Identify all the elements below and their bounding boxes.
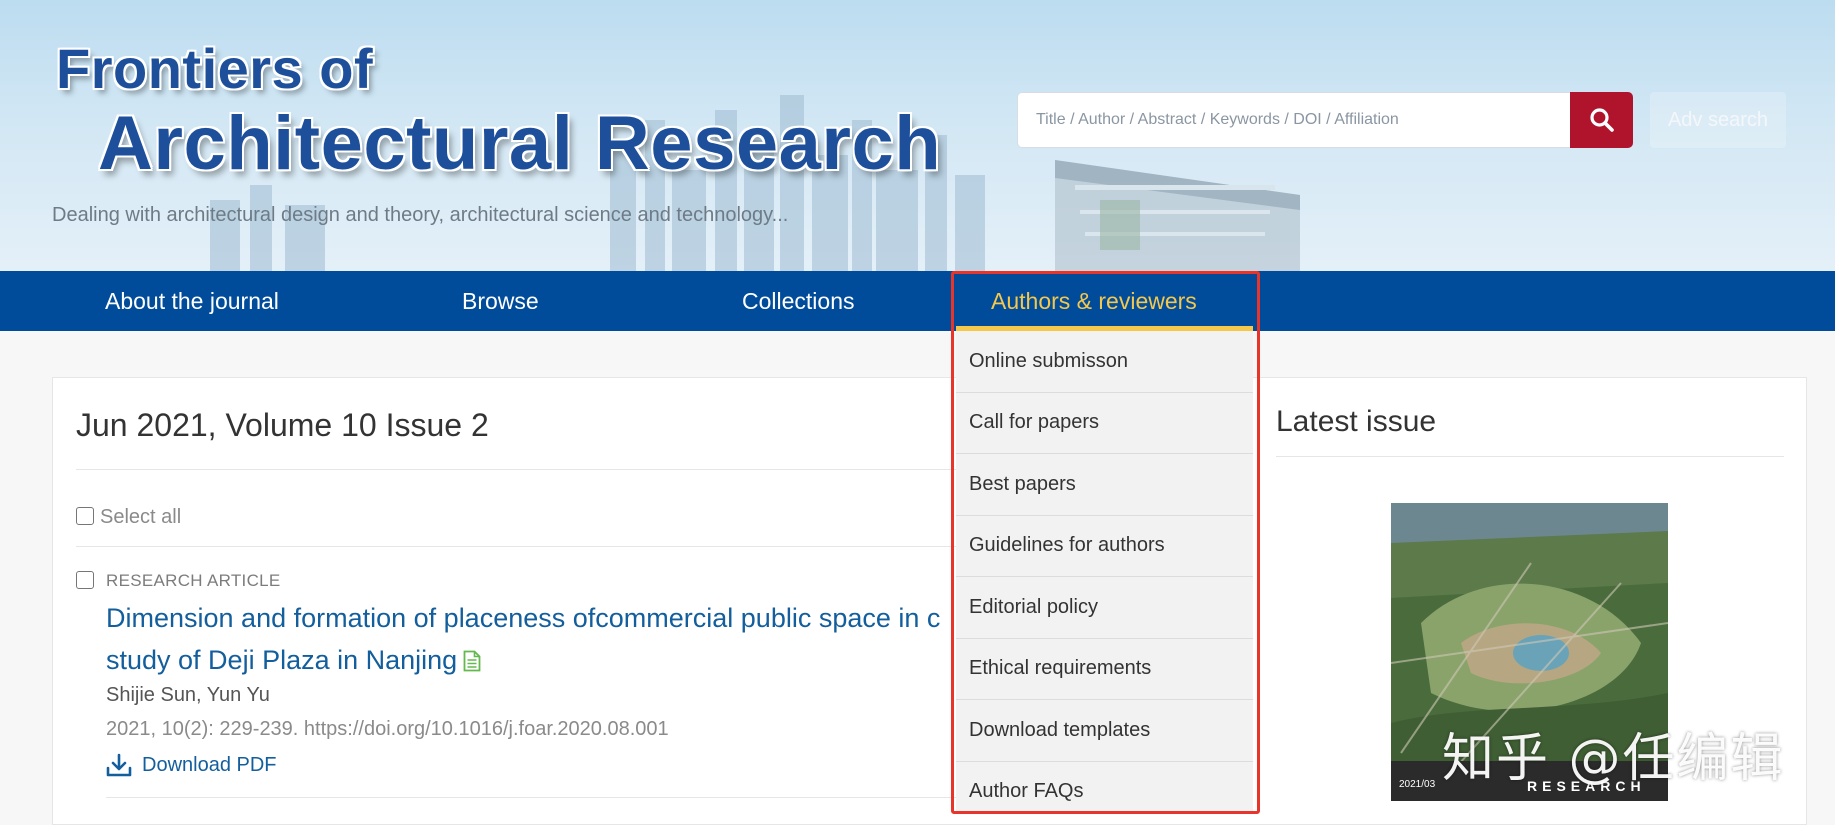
- search-button[interactable]: [1570, 92, 1633, 148]
- main-navigation: About the journal Browse Collections Aut…: [0, 271, 1835, 331]
- divider: [106, 797, 956, 798]
- document-icon[interactable]: [463, 650, 481, 672]
- nav-about-the-journal[interactable]: About the journal: [105, 271, 279, 331]
- search-input[interactable]: [1017, 92, 1571, 148]
- article-checkbox[interactable]: [76, 571, 94, 589]
- select-all-checkbox[interactable]: [76, 507, 94, 525]
- cover-date: 2021/03: [1399, 779, 1436, 790]
- article-authors: Shijie Sun, Yun Yu: [106, 684, 270, 706]
- menu-item-editorial-policy[interactable]: Editorial policy: [956, 577, 1253, 639]
- menu-item-ethical-requirements[interactable]: Ethical requirements: [956, 639, 1253, 700]
- article-title-line2[interactable]: study of Deji Plaza in Nanjing: [106, 645, 457, 675]
- watermark: 知乎 @任编辑: [1442, 729, 1785, 789]
- nav-collections[interactable]: Collections: [742, 271, 855, 331]
- journal-logo-line1[interactable]: Frontiers of: [56, 36, 373, 101]
- article-citation[interactable]: 2021, 10(2): 229-239. https://doi.org/10…: [106, 718, 669, 741]
- download-pdf-link[interactable]: Download PDF: [106, 751, 277, 779]
- download-icon: [106, 753, 132, 777]
- divider: [76, 546, 956, 547]
- site-header: Frontiers of Architectural Research Deal…: [0, 0, 1835, 271]
- nav-authors-reviewers[interactable]: Authors & reviewers: [991, 271, 1197, 331]
- menu-item-call-for-papers[interactable]: Call for papers: [956, 393, 1253, 454]
- menu-item-guidelines-for-authors[interactable]: Guidelines for authors: [956, 516, 1253, 577]
- divider: [76, 469, 956, 470]
- article-title-link[interactable]: Dimension and formation of placeness ofc…: [106, 597, 966, 681]
- nav-browse[interactable]: Browse: [462, 271, 539, 331]
- menu-item-best-papers[interactable]: Best papers: [956, 454, 1253, 516]
- latest-issue-heading: Latest issue: [1276, 405, 1437, 438]
- download-pdf-label[interactable]: Download PDF: [142, 754, 277, 777]
- article-title-line1[interactable]: Dimension and formation of placeness ofc…: [106, 603, 940, 633]
- divider: [1276, 456, 1784, 457]
- advanced-search-button[interactable]: Adv search: [1650, 92, 1786, 148]
- menu-item-download-templates[interactable]: Download templates: [956, 700, 1253, 762]
- search-icon: [1589, 108, 1614, 132]
- menu-item-online-submission[interactable]: Online submisson: [956, 331, 1253, 393]
- article-type-label: RESEARCH ARTICLE: [106, 571, 281, 590]
- journal-tagline: Dealing with architectural design and th…: [52, 204, 789, 226]
- select-all-label[interactable]: Select all: [100, 506, 181, 529]
- authors-reviewers-dropdown: Online submisson Call for papers Best pa…: [956, 331, 1253, 812]
- journal-logo-line2[interactable]: Architectural Research: [98, 100, 941, 187]
- issue-title: Jun 2021, Volume 10 Issue 2: [76, 407, 489, 443]
- menu-item-author-faqs[interactable]: Author FAQs: [956, 762, 1253, 813]
